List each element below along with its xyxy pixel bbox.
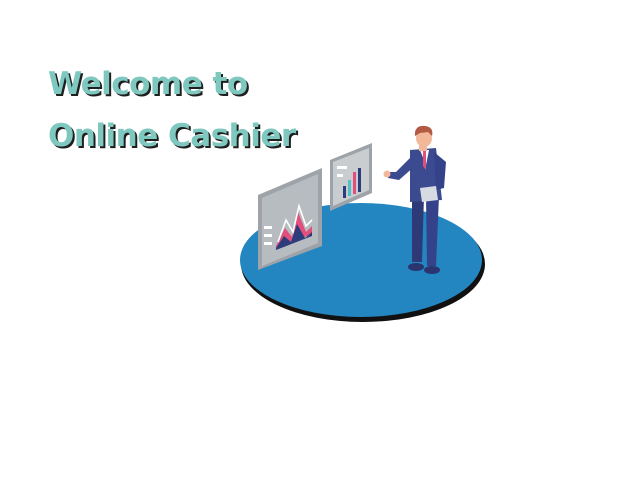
welcome-page: Welcome to Online Cashier — [0, 0, 640, 480]
bar-4 — [358, 168, 361, 192]
dashboard-panel-large — [258, 168, 322, 270]
bar-2 — [348, 180, 351, 196]
bar-3 — [353, 172, 356, 194]
dashboard-panel-small — [330, 143, 372, 211]
tablet — [420, 186, 438, 202]
bar-1 — [343, 186, 346, 198]
businessman-dashboard-illustration — [240, 125, 485, 322]
welcome-heading-line-1: Welcome to — [48, 66, 248, 102]
